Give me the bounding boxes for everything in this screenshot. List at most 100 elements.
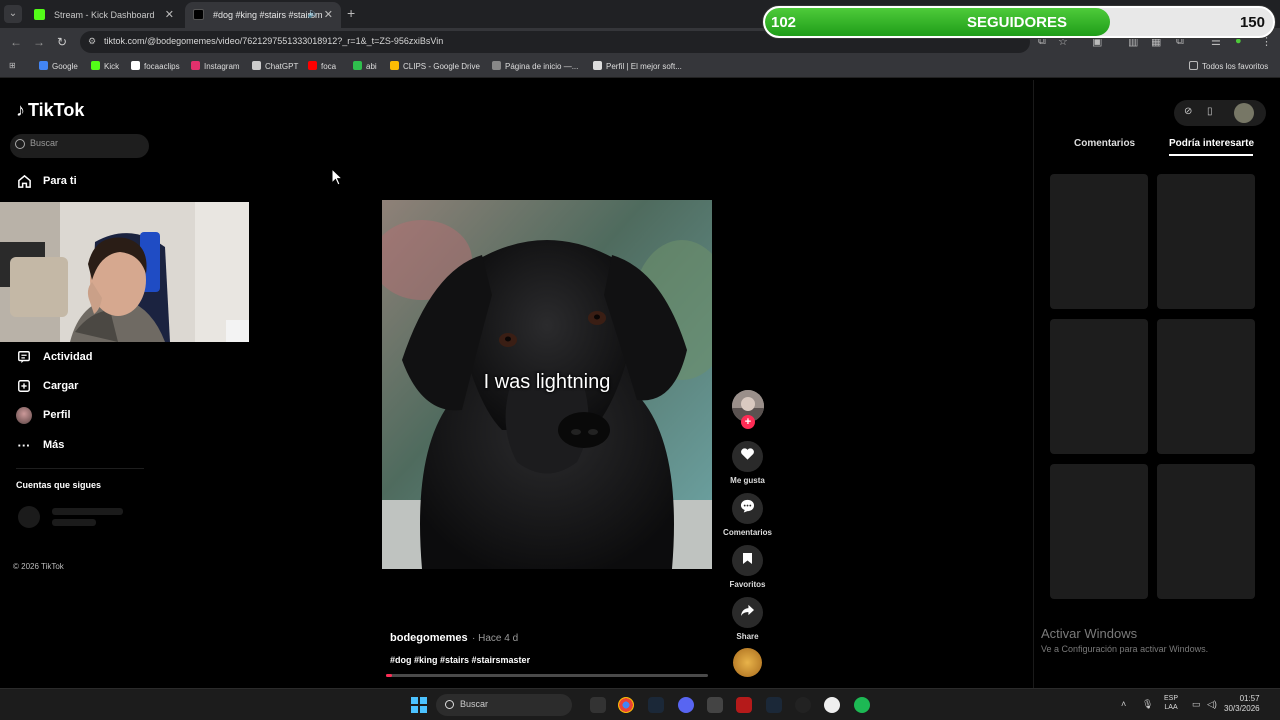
tiktok-icon	[131, 61, 140, 70]
system-clock[interactable]: 01:57 30/3/2026	[1224, 694, 1260, 714]
nav-for-you[interactable]: Para ti	[16, 170, 77, 192]
steam-big-picture-icon[interactable]	[766, 697, 782, 713]
webcam-scene	[0, 202, 249, 342]
language-indicator[interactable]: ESP LAA	[1164, 694, 1178, 712]
search-input[interactable]	[30, 138, 140, 148]
all-bookmarks-folder[interactable]: Todos los favoritos	[1189, 61, 1268, 71]
nav-upload[interactable]: Cargar	[16, 375, 78, 397]
suggested-video-placeholder[interactable]	[1050, 464, 1148, 599]
upload-plus-icon	[16, 378, 32, 394]
discord-icon[interactable]	[678, 697, 694, 713]
nav-label: Perfil	[43, 409, 71, 421]
back-icon[interactable]: ←	[10, 35, 22, 49]
drive-icon	[390, 61, 399, 70]
video-player[interactable]: I was lightning	[382, 200, 712, 569]
g-hub-icon[interactable]	[824, 697, 840, 713]
spotify-icon[interactable]	[854, 697, 870, 713]
site-info-icon[interactable]: ⚙	[88, 36, 96, 47]
game-launcher-icon[interactable]	[736, 697, 752, 713]
taskbar-search[interactable]: Buscar	[436, 694, 572, 716]
browser-tab-tiktok[interactable]: #dog #king #stairs #stairsm 🔈 ✕	[185, 2, 341, 28]
tiktok-logo[interactable]: ♪ TikTok	[16, 100, 84, 121]
bookmarks-bar: ⊞ Google Kick focaaclips Instagram ChatGPT fo…	[0, 56, 1280, 78]
bookmark-label: ChatGPT	[265, 62, 299, 71]
video-hashtags[interactable]: #dog #king #stairs #stairsmaster	[390, 655, 530, 665]
share-action[interactable]: Share	[732, 597, 763, 641]
obs-icon[interactable]	[795, 697, 811, 713]
like-action[interactable]: Me gusta	[730, 441, 765, 485]
bookmark-item[interactable]: ChatGPT	[252, 61, 298, 71]
account-avatar-icon[interactable]	[1234, 103, 1254, 123]
clock-date: 30/3/2026	[1224, 704, 1260, 713]
instagram-icon	[191, 61, 200, 70]
bookmark-label: Google	[52, 62, 78, 71]
search-input-box[interactable]	[10, 134, 149, 158]
nav-activity[interactable]: Actividad	[16, 346, 93, 368]
suggested-video-placeholder[interactable]	[1050, 319, 1148, 454]
phone-icon[interactable]: ▯	[1207, 106, 1213, 117]
volume-icon[interactable]: ◁)	[1207, 699, 1217, 710]
forward-icon[interactable]: →	[33, 35, 45, 49]
bookmark-item[interactable]: abi	[353, 61, 377, 71]
music-disc-icon[interactable]	[733, 648, 762, 677]
audio-playing-icon[interactable]: 🔈	[308, 8, 319, 19]
bookmark-item[interactable]: CLIPS - Google Drive	[390, 61, 480, 71]
tab-search-button[interactable]: ⌄	[4, 5, 22, 23]
favorites-action[interactable]: Favoritos	[729, 545, 766, 589]
favorites-button[interactable]	[732, 545, 763, 576]
follower-goal-widget: 102 SEGUIDORES 150	[763, 6, 1275, 38]
bookmark-label: foca	[321, 62, 337, 71]
suggested-video-placeholder[interactable]	[1157, 464, 1255, 599]
nav-profile[interactable]: Perfil	[16, 404, 71, 426]
tab-comments[interactable]: Comentarios	[1074, 138, 1135, 149]
network-icon[interactable]: ▭	[1192, 699, 1201, 710]
following-accounts-title: Cuentas que sigues	[16, 480, 102, 490]
keyboard-layout: LAA	[1164, 704, 1178, 711]
bookmark-item[interactable]: foca	[308, 61, 336, 71]
bookmark-item[interactable]: Página de inicio —...	[492, 61, 578, 71]
follow-creator-button[interactable]: +	[741, 415, 755, 429]
reload-icon[interactable]: ↻	[57, 35, 67, 49]
bookmark-item[interactable]: focaaclips	[131, 61, 180, 71]
chrome-icon[interactable]	[618, 697, 634, 713]
windows-start-icon[interactable]	[411, 697, 427, 713]
video-author[interactable]: bodegomemes	[390, 632, 468, 644]
mouse-cursor-icon	[331, 168, 343, 186]
tab-suggested[interactable]: Podría interesarte	[1169, 138, 1254, 149]
comments-action[interactable]: Comentarios	[723, 493, 772, 537]
suggested-video-placeholder[interactable]	[1157, 174, 1255, 309]
microphone-icon[interactable]: 🎙	[1142, 699, 1153, 710]
compass-icon[interactable]: ⊘	[1184, 106, 1192, 117]
capcut-icon[interactable]	[707, 697, 723, 713]
task-view-icon[interactable]	[590, 697, 606, 713]
url-text[interactable]: tiktok.com/@bodegomemes/video/7621297551…	[104, 36, 443, 46]
share-arrow-icon	[740, 604, 755, 622]
suggested-video-placeholder[interactable]	[1157, 319, 1255, 454]
suggested-video-placeholder[interactable]	[1050, 174, 1148, 309]
nav-label: Cargar	[43, 380, 79, 392]
share-button[interactable]	[732, 597, 763, 628]
steam-icon[interactable]	[648, 697, 664, 713]
bookmark-item[interactable]: Perfil | El mejor soft...	[593, 61, 682, 71]
bookmark-label: Página de inicio —...	[505, 62, 579, 71]
apps-icon[interactable]: ⊞	[9, 61, 16, 70]
bookmark-item[interactable]: Google	[39, 61, 78, 71]
nav-more[interactable]: ··· Más	[16, 434, 65, 456]
video-caption-overlay: I was lightning	[483, 371, 611, 393]
close-tab-icon[interactable]: ✕	[165, 8, 174, 21]
bookmark-icon	[742, 552, 753, 570]
inbox-icon	[16, 349, 32, 365]
video-progress-bar[interactable]	[386, 674, 708, 677]
comments-button[interactable]	[732, 493, 763, 524]
panel-toolbar: ⊘ ▯	[1174, 100, 1266, 126]
close-tab-icon[interactable]: ✕	[324, 8, 333, 21]
video-progress-fill	[386, 674, 393, 677]
browser-tab-kick[interactable]: Stream - Kick Dashboard ✕	[26, 2, 182, 28]
bookmark-item[interactable]: Kick	[91, 61, 119, 71]
tray-overflow-icon[interactable]: ˄	[1121, 699, 1126, 709]
bookmark-item[interactable]: Instagram	[191, 61, 240, 71]
like-button[interactable]	[732, 441, 763, 472]
bookmark-label: CLIPS - Google Drive	[403, 62, 480, 71]
clock-time: 01:57	[1239, 694, 1260, 703]
new-tab-icon[interactable]: +	[347, 5, 355, 21]
